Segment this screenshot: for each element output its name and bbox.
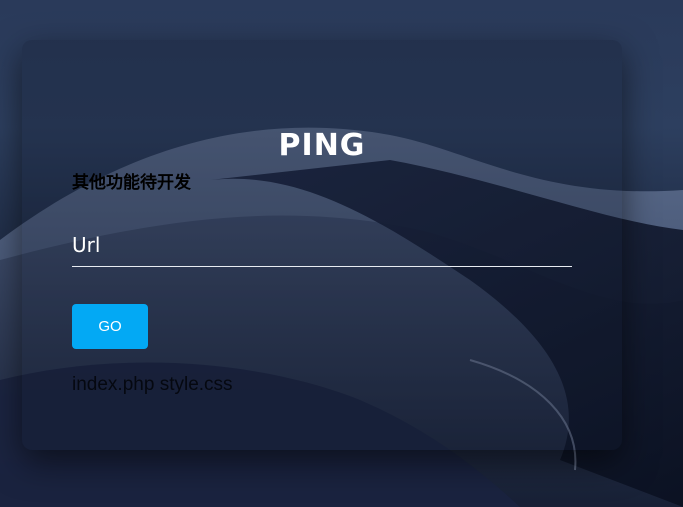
file-links: index.php style.css [72, 374, 233, 396]
url-field-container [72, 226, 572, 267]
login-box: PING 其他功能待开发 GO index.php style.css [22, 40, 622, 450]
index-php-link[interactable]: index.php [72, 374, 154, 395]
style-css-link[interactable]: style.css [160, 374, 233, 395]
page-title: PING [278, 128, 366, 163]
url-input[interactable] [72, 226, 572, 264]
subtitle-text: 其他功能待开发 [72, 173, 191, 193]
go-button[interactable]: GO [72, 304, 148, 349]
